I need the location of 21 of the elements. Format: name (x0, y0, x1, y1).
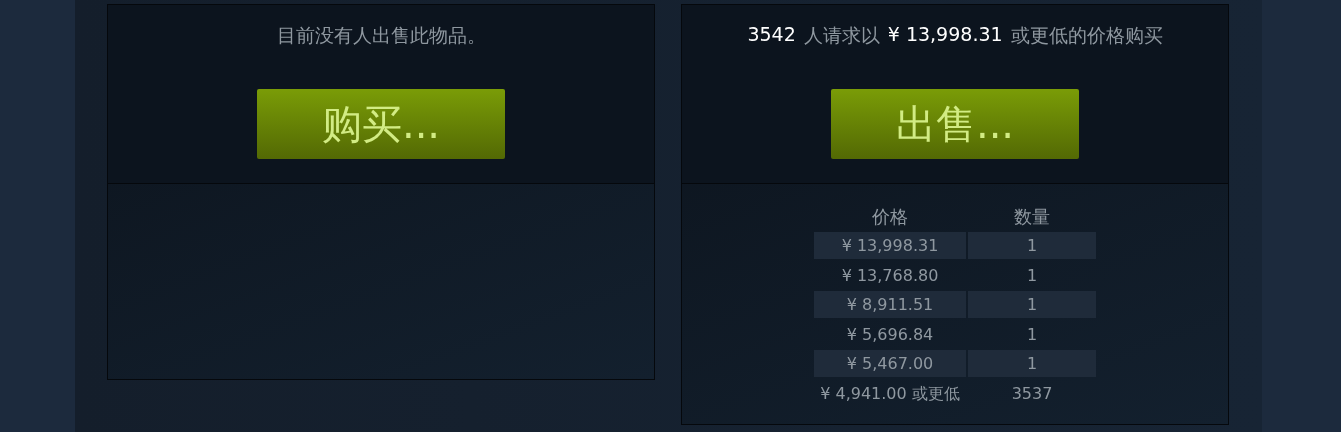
sell-button[interactable]: 出售... (831, 89, 1079, 159)
order-price: ¥ 13,998.31 (887, 23, 1003, 47)
quantity-cell-text: 1 (1025, 323, 1039, 346)
price-cell: ¥ 5,467.00 (814, 350, 966, 377)
quantity-cell: 1 (968, 350, 1096, 377)
price-cell-text: ¥ 13,768.80 (840, 264, 940, 287)
order-text: 人请求以 (803, 23, 880, 48)
column-header: 价格 (871, 205, 909, 229)
price-cell: ¥ 8,911.51 (814, 291, 966, 318)
quantity-cell-text: 3537 (1010, 382, 1054, 405)
price-cell-text: ¥ 5,696.84 (845, 323, 935, 346)
quantity-cell-text: 1 (1025, 264, 1039, 287)
order-count: 3542 (747, 23, 796, 47)
no-listings-message: 目前没有人出售此物品。 (276, 23, 486, 48)
column-header: 数量 (1013, 205, 1051, 229)
quantity-cell: 1 (968, 232, 1096, 259)
order-text: 或更低的价格购买 (1010, 23, 1163, 48)
price-cell: ¥ 13,998.31 (814, 232, 966, 259)
quantity-cell: 1 (968, 291, 1096, 318)
price-cell-text: ¥ 4,941.00 或更低 (819, 382, 961, 405)
buy-button[interactable]: 购买... (257, 89, 505, 159)
